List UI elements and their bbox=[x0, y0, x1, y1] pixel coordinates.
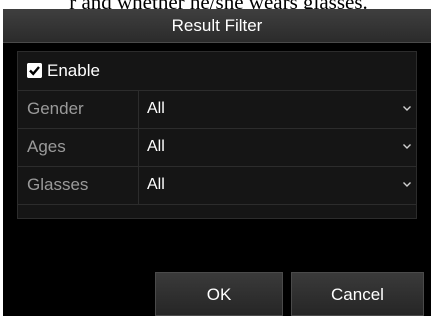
filter-row-glasses: Glasses All bbox=[18, 167, 416, 205]
filter-row-gender: Gender All bbox=[18, 91, 416, 129]
ages-label: Ages bbox=[27, 137, 66, 156]
chevron-down-icon bbox=[403, 106, 411, 111]
glasses-select[interactable]: All bbox=[138, 167, 417, 204]
chevron-down-icon bbox=[403, 182, 411, 187]
chevron-down-icon bbox=[403, 144, 411, 149]
result-filter-dialog: Result Filter Enable Gender All Ages All… bbox=[3, 9, 431, 316]
filter-panel: Enable Gender All Ages All Glasses All bbox=[17, 51, 417, 219]
filter-row-ages: Ages All bbox=[18, 129, 416, 167]
enable-label: Enable bbox=[47, 61, 100, 80]
dialog-title: Result Filter bbox=[3, 9, 431, 43]
gender-select[interactable]: All bbox=[138, 91, 417, 128]
glasses-value: All bbox=[147, 176, 165, 193]
ok-button[interactable]: OK bbox=[155, 272, 283, 316]
cancel-button[interactable]: Cancel bbox=[291, 272, 424, 316]
ages-select[interactable]: All bbox=[138, 129, 417, 166]
glasses-label: Glasses bbox=[27, 175, 89, 194]
enable-row[interactable]: Enable bbox=[18, 52, 416, 91]
gender-value: All bbox=[147, 100, 165, 117]
ages-value: All bbox=[147, 138, 165, 155]
gender-label: Gender bbox=[27, 99, 84, 118]
enable-checkbox[interactable] bbox=[27, 63, 42, 78]
checkmark-icon bbox=[27, 63, 42, 78]
